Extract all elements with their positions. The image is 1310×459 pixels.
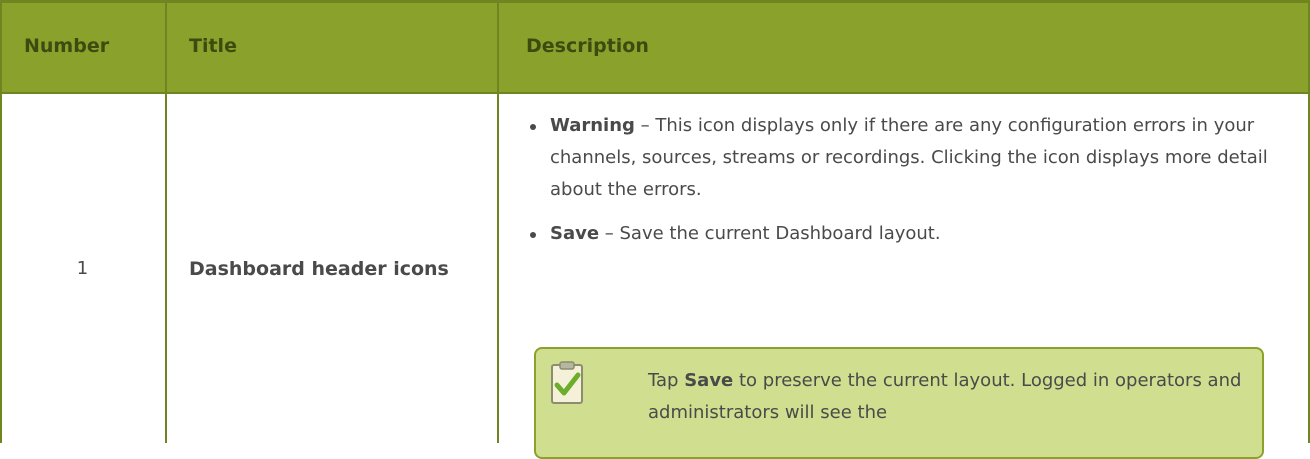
checklist-note-icon — [550, 361, 584, 405]
column-divider-1 — [165, 0, 167, 443]
bullet-warning: Warning – This icon displays only if the… — [520, 110, 1280, 206]
bullet-term: Warning — [550, 115, 635, 136]
bullet-text: – This icon displays only if there are a… — [550, 115, 1268, 200]
bullet-dot — [530, 232, 536, 238]
tip-note: Tap Save to preserve the current layout.… — [534, 347, 1264, 459]
column-divider-2 — [497, 0, 499, 443]
table-header-row: Number Title Description — [0, 0, 1310, 92]
bullet-save: Save – Save the current Dashboard layout… — [520, 218, 1280, 250]
dashboard-icons-table: Number Title Description 1 Dashboard hea… — [0, 0, 1310, 459]
bullet-text: – Save the current Dashboard layout. — [599, 223, 941, 244]
bullet-term: Save — [550, 223, 600, 244]
tip-pre: Tap — [648, 370, 685, 391]
row-description: Warning – This icon displays only if the… — [520, 110, 1280, 262]
bullet-dot — [530, 124, 536, 130]
row-title: Dashboard header icons — [189, 257, 449, 280]
header-number: Number — [24, 35, 110, 57]
tip-post: to preserve the current layout. Logged i… — [648, 370, 1242, 423]
header-title: Title — [189, 35, 237, 57]
tip-text: Tap Save to preserve the current layout.… — [648, 365, 1248, 429]
tip-bold: Save — [684, 370, 734, 391]
header-description: Description — [526, 35, 649, 57]
row-number: 1 — [76, 258, 89, 279]
